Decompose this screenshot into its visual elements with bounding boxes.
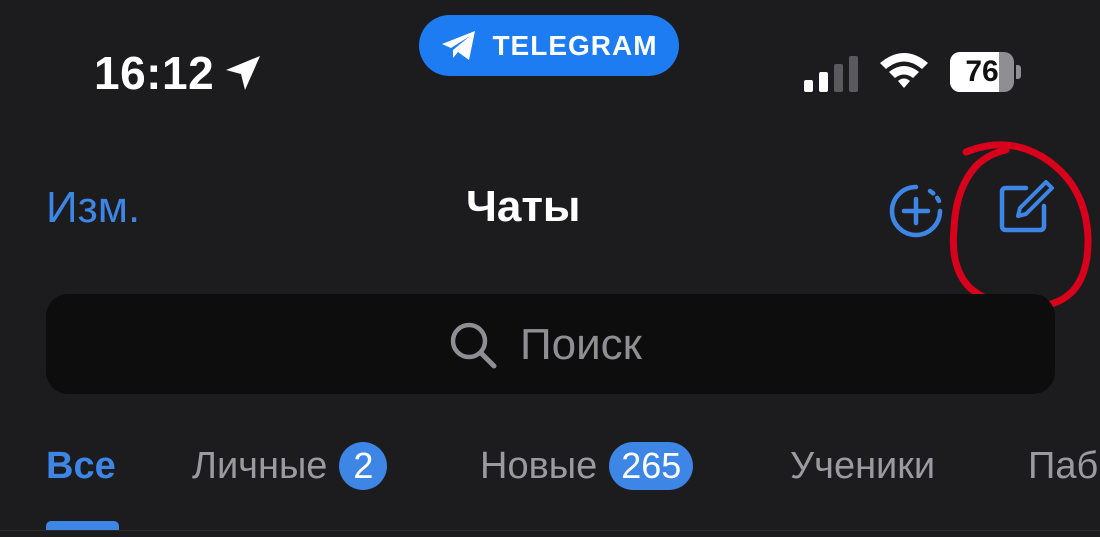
search-input[interactable] — [520, 318, 940, 372]
wifi-icon — [880, 53, 928, 88]
unread-count-badge: 2 — [339, 442, 388, 490]
tab-label: Ученики — [790, 445, 936, 487]
page-title: Чаты — [466, 182, 581, 231]
tabs-divider — [0, 530, 1100, 531]
telegram-pill-label: TELEGRAM — [492, 29, 658, 61]
status-time: 16:12 — [94, 47, 215, 99]
telegram-app-pill[interactable]: TELEGRAM — [419, 15, 679, 76]
new-story-plus-icon[interactable] — [886, 182, 946, 240]
tab-label: Все — [46, 445, 116, 487]
tab-new[interactable]: Новые 265 — [480, 440, 694, 492]
tab-label: Личные — [192, 445, 328, 487]
cellular-signal-icon — [804, 56, 858, 92]
compose-edit-icon[interactable] — [996, 180, 1056, 236]
edit-button[interactable]: Изм. — [46, 183, 140, 233]
battery-cap — [1016, 65, 1021, 79]
tab-all[interactable]: Все — [46, 440, 116, 492]
tab-label: Паб — [1028, 445, 1099, 487]
tab-students[interactable]: Ученики — [790, 440, 935, 492]
tab-label: Новые — [480, 445, 598, 487]
unread-count-badge: 265 — [609, 442, 694, 490]
telegram-plane-icon — [442, 30, 476, 60]
tab-public[interactable]: Паб — [1028, 440, 1100, 492]
search-icon — [450, 322, 497, 369]
battery-percent: 76 — [965, 55, 999, 88]
battery-indicator: 76 — [950, 52, 1021, 92]
tab-personal[interactable]: Личные 2 — [192, 440, 388, 492]
location-arrow-icon — [226, 56, 260, 90]
